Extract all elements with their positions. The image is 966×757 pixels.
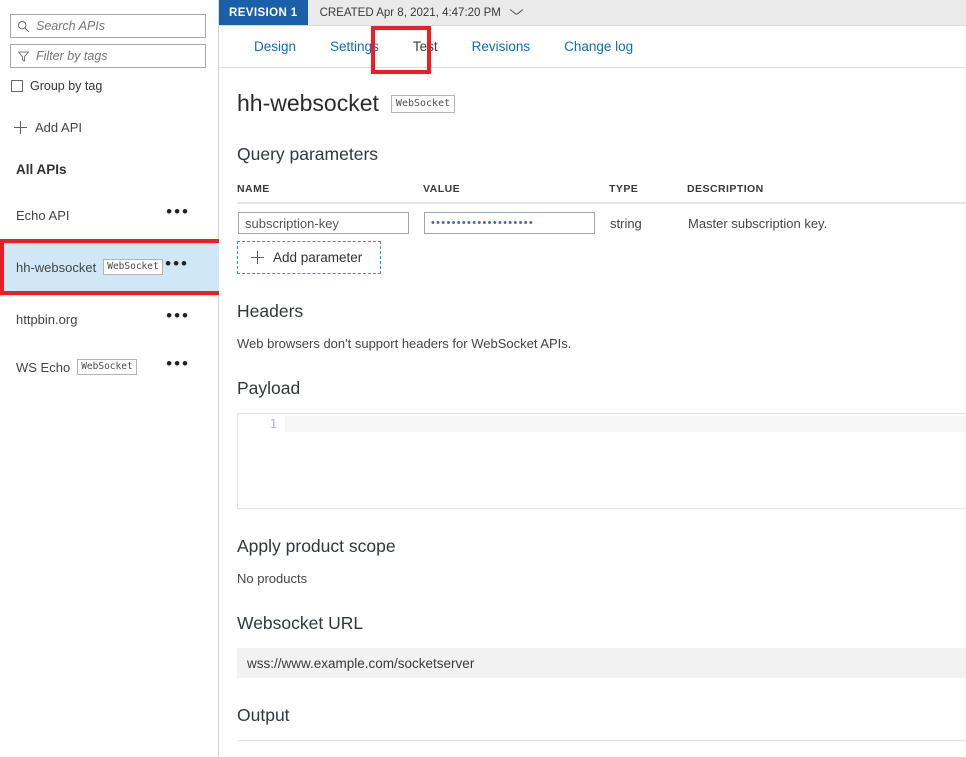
cell-name: subscription-key <box>237 203 423 235</box>
context-menu-icon[interactable]: ••• <box>165 260 207 274</box>
output-heading: Output <box>237 705 966 726</box>
column-header-description: DESCRIPTION <box>687 183 966 203</box>
query-parameters-heading: Query parameters <box>237 144 966 165</box>
add-parameter-button[interactable]: Add parameter <box>237 241 381 274</box>
cell-description: Master subscription key. <box>687 203 966 235</box>
payload-editor[interactable]: 1 <box>237 413 966 509</box>
revision-created-text: CREATED Apr 8, 2021, 4:47:20 PM <box>320 7 501 19</box>
api-name: httpbin.org <box>16 312 77 327</box>
websocket-badge: WebSocket <box>77 359 136 375</box>
page-title-text: hh-websocket <box>237 90 379 117</box>
tab-test[interactable]: Test <box>396 26 455 68</box>
table-row: subscription-key •••••••••••••••••••• st… <box>237 203 966 235</box>
chevron-down-icon[interactable] <box>510 9 523 16</box>
api-sidebar: Search APIs Filter by tags Group by tag … <box>0 0 219 757</box>
active-line-highlight <box>285 416 966 432</box>
column-header-value: VALUE <box>423 183 609 203</box>
main-panel: REVISION 1 CREATED Apr 8, 2021, 4:47:20 … <box>219 0 966 757</box>
sidebar-item-httpbin-org[interactable]: httpbin.org ••• <box>0 295 218 343</box>
column-header-type: TYPE <box>609 183 687 203</box>
product-scope-note: No products <box>237 571 966 586</box>
search-input[interactable]: Search APIs <box>10 14 206 38</box>
all-apis-heading: All APIs <box>16 162 218 177</box>
payload-line-numbers: 1 <box>238 414 285 508</box>
column-header-name: NAME <box>237 183 423 203</box>
context-menu-icon[interactable]: ••• <box>166 312 206 326</box>
websocket-badge: WebSocket <box>391 95 455 113</box>
page-title: hh-websocket WebSocket <box>237 90 966 117</box>
search-placeholder: Search APIs <box>36 20 105 33</box>
add-api-label: Add API <box>35 120 82 135</box>
websocket-url-heading: Websocket URL <box>237 613 966 634</box>
group-by-tag-checkbox[interactable]: Group by tag <box>11 79 218 93</box>
api-name: hh-websocket <box>16 260 96 275</box>
payload-textarea[interactable] <box>285 414 966 508</box>
add-api-button[interactable]: Add API <box>14 120 218 135</box>
filter-placeholder: Filter by tags <box>36 50 108 63</box>
api-name: WS Echo <box>16 360 70 375</box>
table-header-row: NAME VALUE TYPE DESCRIPTION <box>237 183 966 203</box>
websocket-url-value[interactable]: wss://www.example.com/socketserver <box>237 648 966 678</box>
plus-icon <box>251 251 264 264</box>
websocket-badge: WebSocket <box>103 259 162 275</box>
parameter-name-input[interactable]: subscription-key <box>238 212 409 234</box>
test-console: hh-websocket WebSocket Query parameters … <box>219 90 966 757</box>
api-name: Echo API <box>16 208 69 223</box>
headers-note: Web browsers don't support headers for W… <box>237 336 966 351</box>
query-parameters-table: NAME VALUE TYPE DESCRIPTION subscription… <box>237 183 966 235</box>
sidebar-item-ws-echo[interactable]: WS Echo WebSocket ••• <box>0 343 218 391</box>
context-menu-icon[interactable]: ••• <box>166 208 206 222</box>
sidebar-item-echo-api[interactable]: Echo API ••• <box>0 191 218 239</box>
headers-heading: Headers <box>237 301 966 322</box>
filter-icon <box>17 50 30 63</box>
output-divider <box>237 740 966 741</box>
add-parameter-label: Add parameter <box>273 250 362 265</box>
context-menu-icon[interactable]: ••• <box>166 360 206 374</box>
api-management-test-page: Search APIs Filter by tags Group by tag … <box>0 0 966 757</box>
tab-settings[interactable]: Settings <box>313 26 396 68</box>
cell-value: •••••••••••••••••••• <box>423 203 609 235</box>
filter-by-tags-input[interactable]: Filter by tags <box>10 44 206 68</box>
tab-design[interactable]: Design <box>237 26 313 68</box>
search-icon <box>17 20 30 33</box>
plus-icon <box>14 121 27 134</box>
sidebar-item-hh-websocket[interactable]: hh-websocket WebSocket ••• <box>0 239 223 295</box>
product-scope-heading: Apply product scope <box>237 536 966 557</box>
payload-heading: Payload <box>237 378 966 399</box>
checkbox-box <box>11 80 23 92</box>
tab-change-log[interactable]: Change log <box>547 26 650 68</box>
revision-bar: REVISION 1 CREATED Apr 8, 2021, 4:47:20 … <box>219 0 966 26</box>
tab-bar: Design Settings Test Revisions Change lo… <box>219 26 966 68</box>
cell-type: string <box>609 203 687 235</box>
parameter-value-input[interactable]: •••••••••••••••••••• <box>424 212 595 234</box>
group-by-tag-label: Group by tag <box>30 79 102 93</box>
revision-badge: REVISION 1 <box>219 0 308 25</box>
tab-revisions[interactable]: Revisions <box>455 26 548 68</box>
api-list: Echo API ••• hh-websocket WebSocket ••• … <box>0 191 218 391</box>
revision-created[interactable]: CREATED Apr 8, 2021, 4:47:20 PM <box>308 0 523 25</box>
